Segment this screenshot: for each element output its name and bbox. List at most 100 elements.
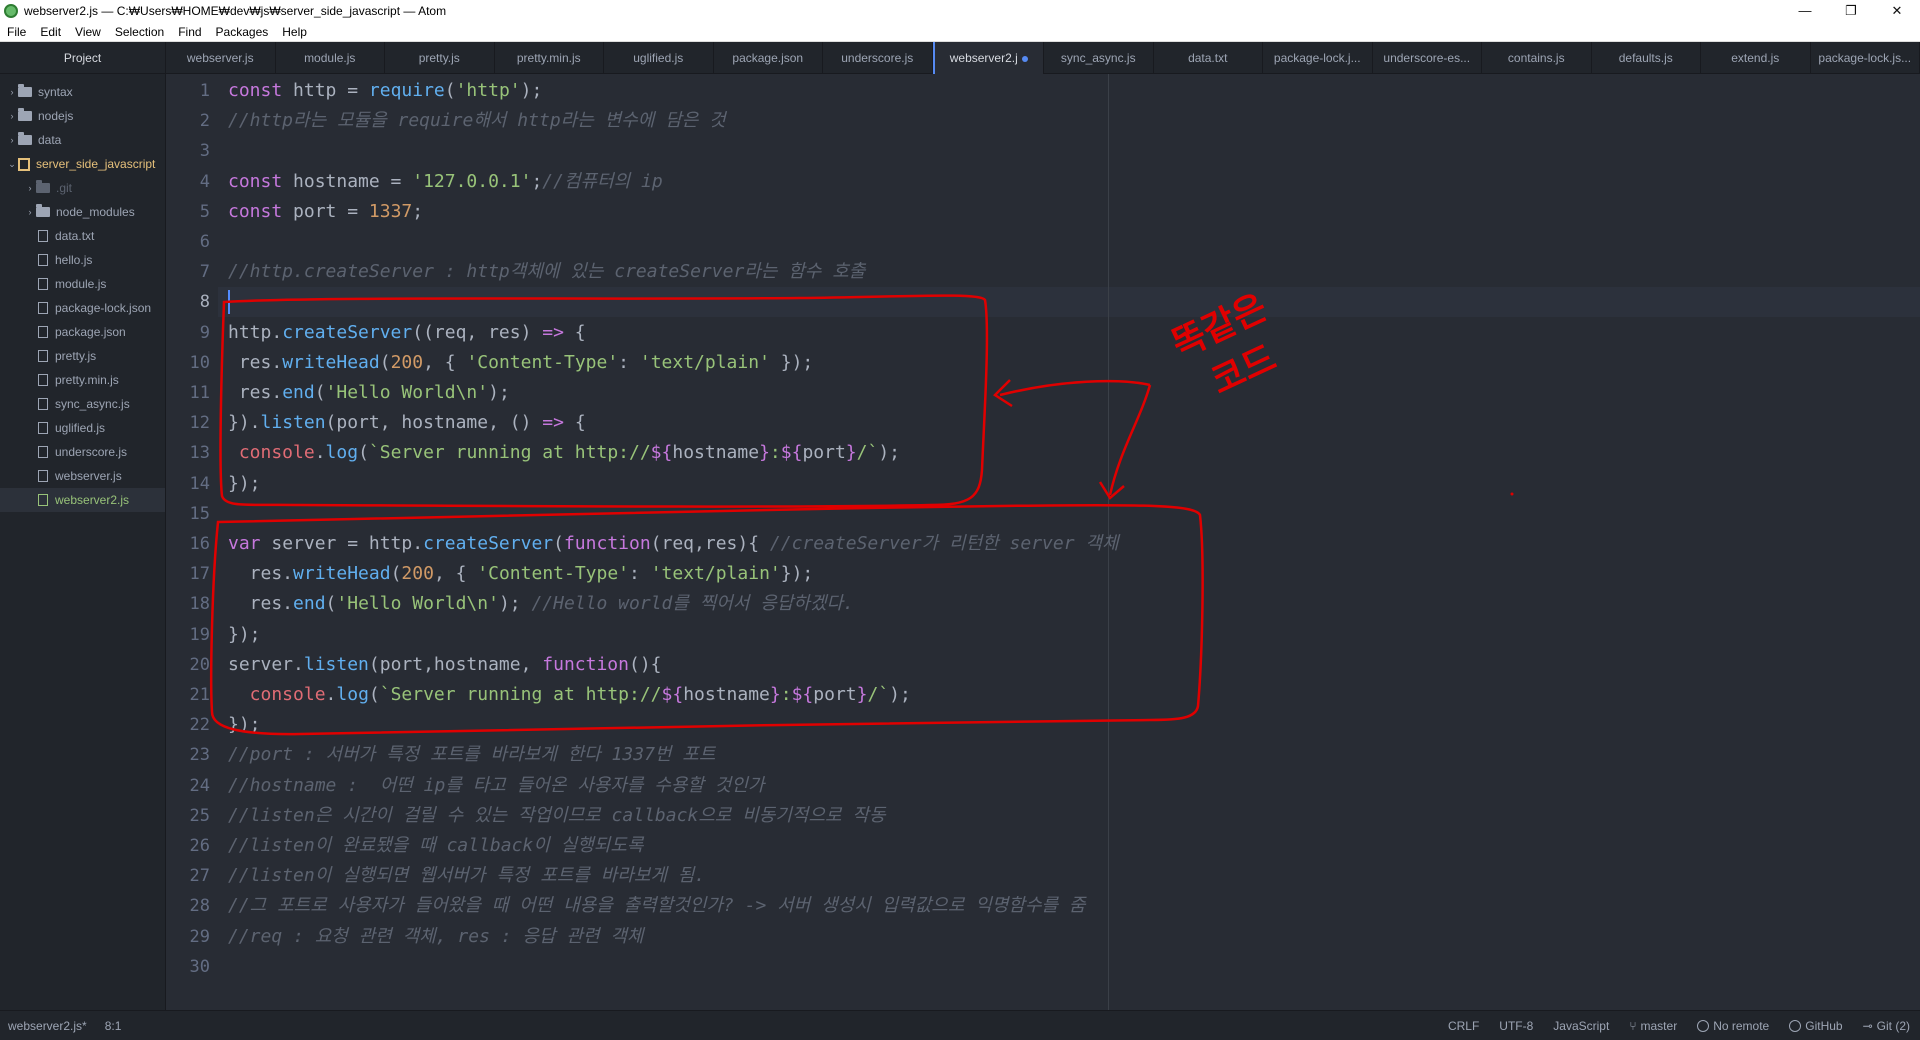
tab-webserver2-j[interactable]: webserver2.j	[932, 42, 1044, 74]
code-line[interactable]: }).listen(port, hostname, () => {	[228, 408, 586, 438]
tree-item-webserver2-js[interactable]: webserver2.js	[0, 488, 165, 512]
line-number[interactable]: 6	[166, 227, 210, 257]
line-number[interactable]: 8	[166, 287, 210, 317]
code-line[interactable]: res.end('Hello World\n');	[228, 378, 510, 408]
line-number[interactable]: 20	[166, 650, 210, 680]
line-number[interactable]: 10	[166, 348, 210, 378]
chevron-right-icon[interactable]: ›	[6, 128, 18, 152]
line-number[interactable]: 25	[166, 801, 210, 831]
maximize-button[interactable]: ❐	[1828, 0, 1874, 22]
line-number[interactable]: 12	[166, 408, 210, 438]
line-number[interactable]: 11	[166, 378, 210, 408]
chevron-right-icon[interactable]: ›	[6, 80, 18, 104]
code-line[interactable]: //req : 요청 관련 객체, res : 응답 관련 객체	[228, 922, 643, 952]
line-number[interactable]: 13	[166, 438, 210, 468]
tree-item-sync-async-js[interactable]: sync_async.js	[0, 392, 165, 416]
tab-sync-async-js[interactable]: sync_async.js	[1044, 42, 1154, 74]
menu-view[interactable]: View	[68, 25, 108, 39]
tree-item-pretty-min-js[interactable]: pretty.min.js	[0, 368, 165, 392]
line-number[interactable]: 29	[166, 922, 210, 952]
tab-data-txt[interactable]: data.txt	[1154, 42, 1263, 74]
tree-item-data-txt[interactable]: data.txt	[0, 224, 165, 248]
status-git[interactable]: ⊸ Git (2)	[1863, 1019, 1910, 1033]
code-line[interactable]: http.createServer((req, res) => {	[228, 318, 586, 348]
line-number[interactable]: 30	[166, 952, 210, 982]
line-number[interactable]: 24	[166, 771, 210, 801]
code-line[interactable]: //listen이 완료됐을 때 callback이 실행되도록	[228, 831, 643, 861]
tree-item-webserver-js[interactable]: webserver.js	[0, 464, 165, 488]
status-encoding[interactable]: UTF-8	[1499, 1019, 1533, 1033]
line-number[interactable]: 9	[166, 318, 210, 348]
tab-package-lock-j-[interactable]: package-lock.j...	[1263, 42, 1373, 74]
tree-item-server-side-javascript[interactable]: ⌄ server_side_javascript	[0, 152, 165, 176]
status-file-name[interactable]: webserver2.js*	[8, 1019, 87, 1033]
tree-item-data[interactable]: › data	[0, 128, 165, 152]
tab-defaults-js[interactable]: defaults.js	[1592, 42, 1701, 74]
code-line[interactable]: });	[228, 620, 261, 650]
tree-item-node-modules[interactable]: › node_modules	[0, 200, 165, 224]
line-number[interactable]: 4	[166, 167, 210, 197]
line-number[interactable]: 21	[166, 680, 210, 710]
line-number[interactable]: 5	[166, 197, 210, 227]
status-github[interactable]: GitHub	[1789, 1019, 1843, 1033]
tab-webserver-js[interactable]: webserver.js	[166, 42, 276, 74]
line-number[interactable]: 18	[166, 589, 210, 619]
tree-item--git[interactable]: › .git	[0, 176, 165, 200]
tab-pretty-min-js[interactable]: pretty.min.js	[495, 42, 604, 74]
line-number[interactable]: 2	[166, 106, 210, 136]
line-number[interactable]: 14	[166, 469, 210, 499]
status-line-ending[interactable]: CRLF	[1448, 1019, 1479, 1033]
line-number[interactable]: 28	[166, 891, 210, 921]
code-line[interactable]: res.writeHead(200, { 'Content-Type': 'te…	[228, 559, 814, 589]
line-number[interactable]: 7	[166, 257, 210, 287]
code-line[interactable]: //그 포트로 사용자가 들어왔을 때 어떤 내용을 출력할것인가? -> 서버…	[228, 891, 1085, 921]
chevron-right-icon[interactable]: ›	[24, 176, 36, 200]
line-number[interactable]: 16	[166, 529, 210, 559]
tree-item-nodejs[interactable]: › nodejs	[0, 104, 165, 128]
code-line[interactable]: server.listen(port,hostname, function(){	[228, 650, 662, 680]
modified-indicator-icon[interactable]	[1021, 55, 1028, 62]
chevron-right-icon[interactable]: ›	[6, 104, 18, 128]
line-number-gutter[interactable]: 1 2 3 4 5 6 7 8 9 10 11 12 13 14 15 16 17 18 19 20 21 22 23 24 2…	[166, 74, 218, 1010]
line-number[interactable]: 17	[166, 559, 210, 589]
tab-package-lock-js-[interactable]: package-lock.js...	[1811, 42, 1920, 74]
tree-item-package-json[interactable]: package.json	[0, 320, 165, 344]
tree-view-header[interactable]: Project	[0, 42, 165, 74]
tab-underscore-es-[interactable]: underscore-es...	[1373, 42, 1482, 74]
menu-selection[interactable]: Selection	[108, 25, 171, 39]
close-button[interactable]: ✕	[1874, 0, 1920, 22]
line-number[interactable]: 26	[166, 831, 210, 861]
line-number[interactable]: 15	[166, 499, 210, 529]
code-line[interactable]: const port = 1337;	[228, 197, 423, 227]
tab-package-json[interactable]: package.json	[714, 42, 823, 74]
code-line[interactable]: res.writeHead(200, { 'Content-Type': 'te…	[228, 348, 813, 378]
code-line[interactable]: //hostname : 어떤 ip를 타고 들어온 사용자를 수용할 것인가	[228, 771, 765, 801]
status-remote[interactable]: No remote	[1697, 1019, 1769, 1033]
code-lines[interactable]: const http = require('http');//http라는 모듈…	[228, 74, 1908, 1010]
tree-item-underscore-js[interactable]: underscore.js	[0, 440, 165, 464]
tree-item-uglified-js[interactable]: uglified.js	[0, 416, 165, 440]
line-number[interactable]: 22	[166, 710, 210, 740]
tree-item-syntax[interactable]: › syntax	[0, 80, 165, 104]
tab-module-js[interactable]: module.js	[276, 42, 385, 74]
menu-find[interactable]: Find	[171, 25, 208, 39]
status-grammar[interactable]: JavaScript	[1553, 1019, 1609, 1033]
code-line[interactable]: //http.createServer : http객체에 있는 createS…	[228, 257, 865, 287]
tab-underscore-js[interactable]: underscore.js	[823, 42, 933, 74]
code-line[interactable]: });	[228, 710, 261, 740]
menu-packages[interactable]: Packages	[209, 25, 276, 39]
code-line[interactable]: });	[228, 469, 261, 499]
tree-item-pretty-js[interactable]: pretty.js	[0, 344, 165, 368]
text-editor[interactable]: 1 2 3 4 5 6 7 8 9 10 11 12 13 14 15 16 17 18 19 20 21 22 23 24 2…	[166, 74, 1920, 1010]
tab-pretty-js[interactable]: pretty.js	[385, 42, 495, 74]
tab-extend-js[interactable]: extend.js	[1701, 42, 1811, 74]
tab-contains-js[interactable]: contains.js	[1482, 42, 1592, 74]
code-line[interactable]: const http = require('http');	[228, 76, 542, 106]
tab-uglified-js[interactable]: uglified.js	[604, 42, 714, 74]
code-line[interactable]: //listen은 시간이 걸릴 수 있는 작업이므로 callback으로 비…	[228, 801, 886, 831]
chevron-right-icon[interactable]: ›	[24, 200, 36, 224]
menu-file[interactable]: File	[0, 25, 33, 39]
code-line[interactable]: res.end('Hello World\n'); //Hello world를…	[228, 589, 854, 619]
code-line[interactable]: //listen이 실행되면 웹서버가 특정 포트를 바라보게 됨.	[228, 861, 705, 891]
code-line[interactable]: var server = http.createServer(function(…	[228, 529, 1119, 559]
